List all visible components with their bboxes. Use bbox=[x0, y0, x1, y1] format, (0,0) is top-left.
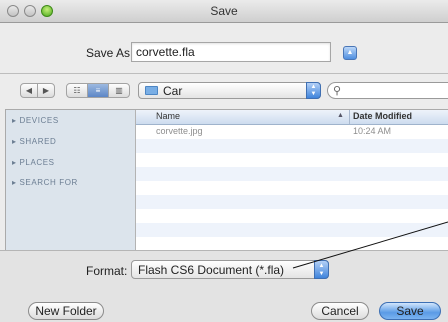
save-dialog: Save Save As: ▲ ◀ ▶ ☷ ≡ ▥ Car ▲ ▼ ⚲ ▸ DE… bbox=[0, 0, 448, 322]
callout-line bbox=[292, 221, 448, 269]
callout-line-stroke bbox=[292, 221, 448, 269]
